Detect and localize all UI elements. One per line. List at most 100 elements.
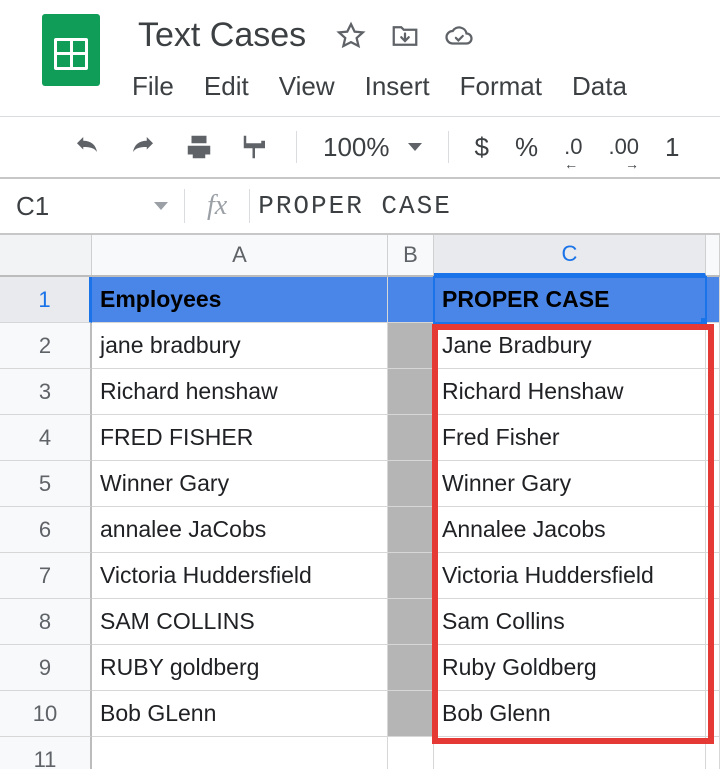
column-header-B[interactable]: B: [388, 235, 434, 275]
paint-format-icon[interactable]: [240, 132, 270, 162]
title-block: Text Cases File Edit View Insert Format …: [132, 14, 720, 102]
decrease-decimals-button[interactable]: .0: [564, 134, 582, 160]
spreadsheet-grid: A B C 1 Employees PROPER CASE 2 jane bra…: [0, 235, 720, 769]
cell[interactable]: jane bradbury: [92, 323, 388, 369]
cloud-saved-icon[interactable]: [444, 21, 474, 51]
cell[interactable]: [706, 415, 720, 461]
undo-icon[interactable]: [72, 132, 102, 162]
cell[interactable]: [706, 369, 720, 415]
cell[interactable]: [706, 507, 720, 553]
column-header-A[interactable]: A: [92, 235, 388, 275]
cell-A1[interactable]: Employees: [92, 277, 388, 323]
row-header[interactable]: 3: [0, 369, 92, 415]
row-header[interactable]: 11: [0, 737, 92, 769]
cell[interactable]: [388, 415, 434, 461]
menu-bar: File Edit View Insert Format Data: [132, 71, 720, 102]
grid-rows: 1 Employees PROPER CASE 2 jane bradbury …: [0, 277, 720, 769]
row-header[interactable]: 10: [0, 691, 92, 737]
selection-handle[interactable]: [701, 318, 706, 323]
sheets-logo-icon: [42, 14, 100, 86]
menu-view[interactable]: View: [279, 71, 335, 102]
menu-data[interactable]: Data: [572, 71, 627, 102]
row-header[interactable]: 4: [0, 415, 92, 461]
cell[interactable]: [388, 461, 434, 507]
menu-edit[interactable]: Edit: [204, 71, 249, 102]
cell[interactable]: Annalee Jacobs: [434, 507, 706, 553]
row-header[interactable]: 9: [0, 645, 92, 691]
row-header[interactable]: 2: [0, 323, 92, 369]
row-header[interactable]: 7: [0, 553, 92, 599]
move-to-folder-icon[interactable]: [390, 21, 420, 51]
row-header[interactable]: 5: [0, 461, 92, 507]
increase-decimals-button[interactable]: .00: [608, 134, 639, 160]
table-row: 2 jane bradbury Jane Bradbury: [0, 323, 720, 369]
cell[interactable]: Winner Gary: [434, 461, 706, 507]
cell-B1[interactable]: [388, 277, 434, 323]
cell[interactable]: Bob GLenn: [92, 691, 388, 737]
cell[interactable]: Richard Henshaw: [434, 369, 706, 415]
cell[interactable]: [388, 369, 434, 415]
cell[interactable]: Ruby Goldberg: [434, 645, 706, 691]
star-icon[interactable]: [336, 21, 366, 51]
table-row: 7 Victoria Huddersfield Victoria Hudders…: [0, 553, 720, 599]
print-icon[interactable]: [184, 132, 214, 162]
cell[interactable]: [434, 737, 706, 769]
select-all-corner[interactable]: [0, 235, 92, 275]
chevron-down-icon: [154, 202, 168, 210]
cell[interactable]: [388, 737, 434, 769]
cell[interactable]: Jane Bradbury: [434, 323, 706, 369]
table-row: 8 SAM COLLINS Sam Collins: [0, 599, 720, 645]
row-header[interactable]: 1: [0, 277, 92, 323]
cell[interactable]: [388, 645, 434, 691]
cell[interactable]: Fred Fisher: [434, 415, 706, 461]
cell[interactable]: [388, 599, 434, 645]
cell[interactable]: [706, 691, 720, 737]
cell-C1-value: PROPER CASE: [442, 286, 609, 313]
menu-format[interactable]: Format: [460, 71, 542, 102]
cell[interactable]: Richard henshaw: [92, 369, 388, 415]
zoom-dropdown[interactable]: 100%: [323, 132, 422, 163]
cell[interactable]: Victoria Huddersfield: [434, 553, 706, 599]
name-box[interactable]: C1: [0, 179, 184, 233]
row-header[interactable]: 8: [0, 599, 92, 645]
table-row: 6 annalee JaCobs Annalee Jacobs: [0, 507, 720, 553]
cell[interactable]: [706, 645, 720, 691]
table-row: 3 Richard henshaw Richard Henshaw: [0, 369, 720, 415]
formula-input[interactable]: PROPER CASE: [250, 191, 720, 221]
percent-button[interactable]: %: [515, 132, 538, 163]
cell[interactable]: [706, 461, 720, 507]
cell[interactable]: annalee JaCobs: [92, 507, 388, 553]
cell[interactable]: RUBY goldberg: [92, 645, 388, 691]
cell-D1[interactable]: [706, 277, 720, 323]
toolbar: 100% $ % .0 .00 1: [0, 117, 720, 179]
table-row: 11: [0, 737, 720, 769]
cell[interactable]: [706, 737, 720, 769]
cell[interactable]: [706, 599, 720, 645]
column-header-D[interactable]: [706, 235, 720, 275]
row-header[interactable]: 6: [0, 507, 92, 553]
cell-C1[interactable]: PROPER CASE: [434, 277, 706, 323]
menu-file[interactable]: File: [132, 71, 174, 102]
column-header-C[interactable]: C: [434, 235, 706, 276]
cell[interactable]: [706, 323, 720, 369]
cell[interactable]: [388, 691, 434, 737]
chevron-down-icon: [408, 143, 422, 151]
menu-insert[interactable]: Insert: [365, 71, 430, 102]
cell[interactable]: Sam Collins: [434, 599, 706, 645]
redo-icon[interactable]: [128, 132, 158, 162]
table-row: 10 Bob GLenn Bob Glenn: [0, 691, 720, 737]
cell[interactable]: Victoria Huddersfield: [92, 553, 388, 599]
cell[interactable]: [706, 553, 720, 599]
cell[interactable]: [388, 507, 434, 553]
cell[interactable]: [388, 323, 434, 369]
cell[interactable]: Winner Gary: [92, 461, 388, 507]
app-header: Text Cases File Edit View Insert Format …: [0, 0, 720, 102]
currency-button[interactable]: $: [475, 132, 489, 163]
cell[interactable]: Bob Glenn: [434, 691, 706, 737]
document-title[interactable]: Text Cases: [132, 14, 312, 57]
cell[interactable]: [92, 737, 388, 769]
cell[interactable]: [388, 553, 434, 599]
cell[interactable]: SAM COLLINS: [92, 599, 388, 645]
cell[interactable]: FRED FISHER: [92, 415, 388, 461]
toolbar-tail[interactable]: 1: [665, 132, 679, 163]
